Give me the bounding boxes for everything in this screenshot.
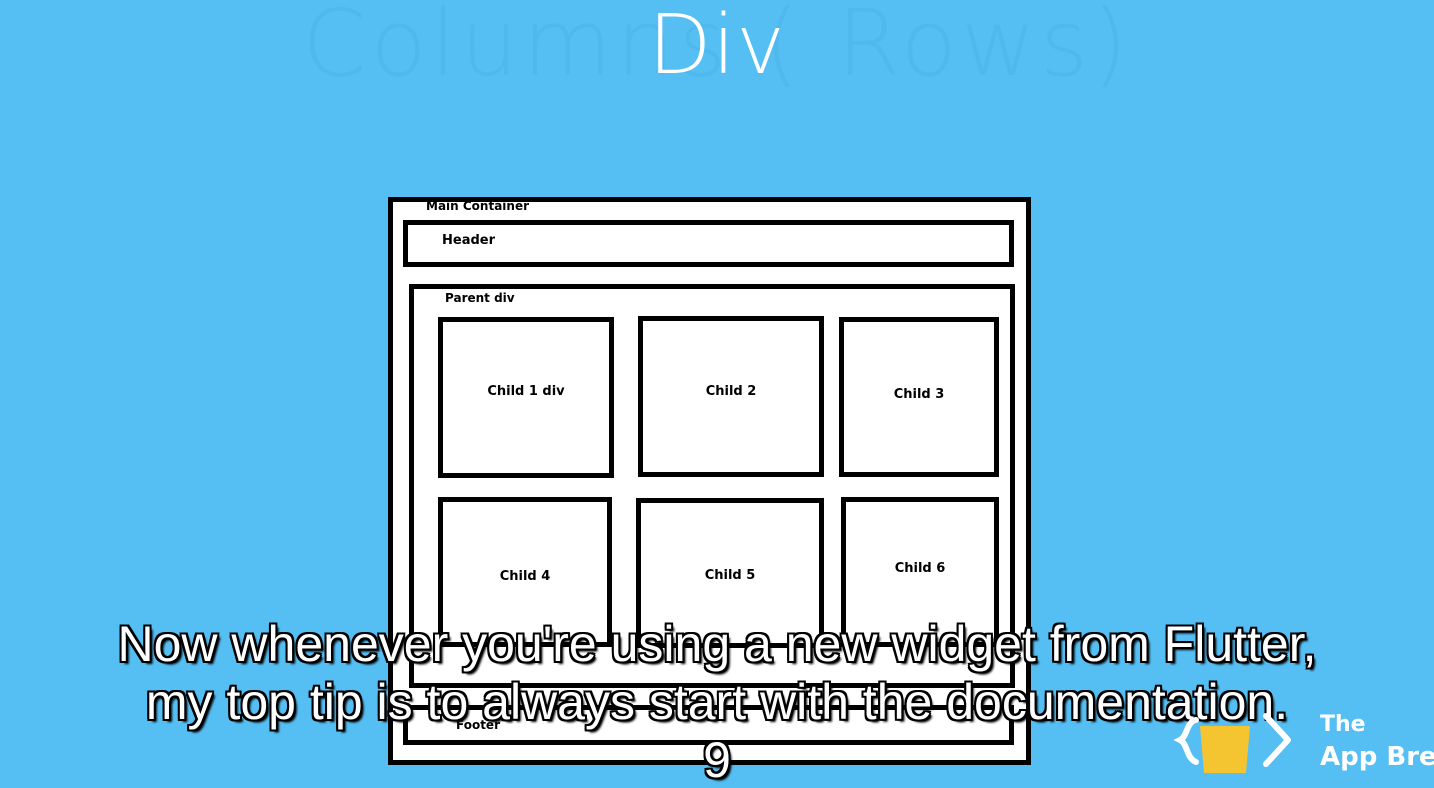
- subtitle-line-1: Now whenever you're using a new widget f…: [117, 616, 1317, 672]
- child-4-label: Child 4: [499, 569, 551, 584]
- child-1-box: Child 1 div: [438, 317, 614, 478]
- child-3-box: Child 3: [839, 317, 999, 477]
- main-container-label: Main Container: [426, 199, 530, 213]
- child-6-label: Child 6: [894, 561, 946, 576]
- child-2-box: Child 2: [638, 316, 824, 477]
- app-brewery-logo: The App Bre: [1170, 712, 1434, 773]
- slide-title: Div: [648, 0, 786, 93]
- child-3-label: Child 3: [893, 387, 945, 402]
- child-1-label: Child 1 div: [487, 384, 565, 399]
- header-box: Header: [403, 220, 1014, 267]
- child-2-label: Child 2: [705, 384, 757, 399]
- logo-the-text: The: [1320, 712, 1366, 737]
- parent-div-label: Parent div: [445, 291, 515, 305]
- child-5-label: Child 5: [704, 568, 756, 583]
- logo-name-text: App Bre: [1320, 742, 1434, 772]
- header-label: Header: [442, 233, 496, 248]
